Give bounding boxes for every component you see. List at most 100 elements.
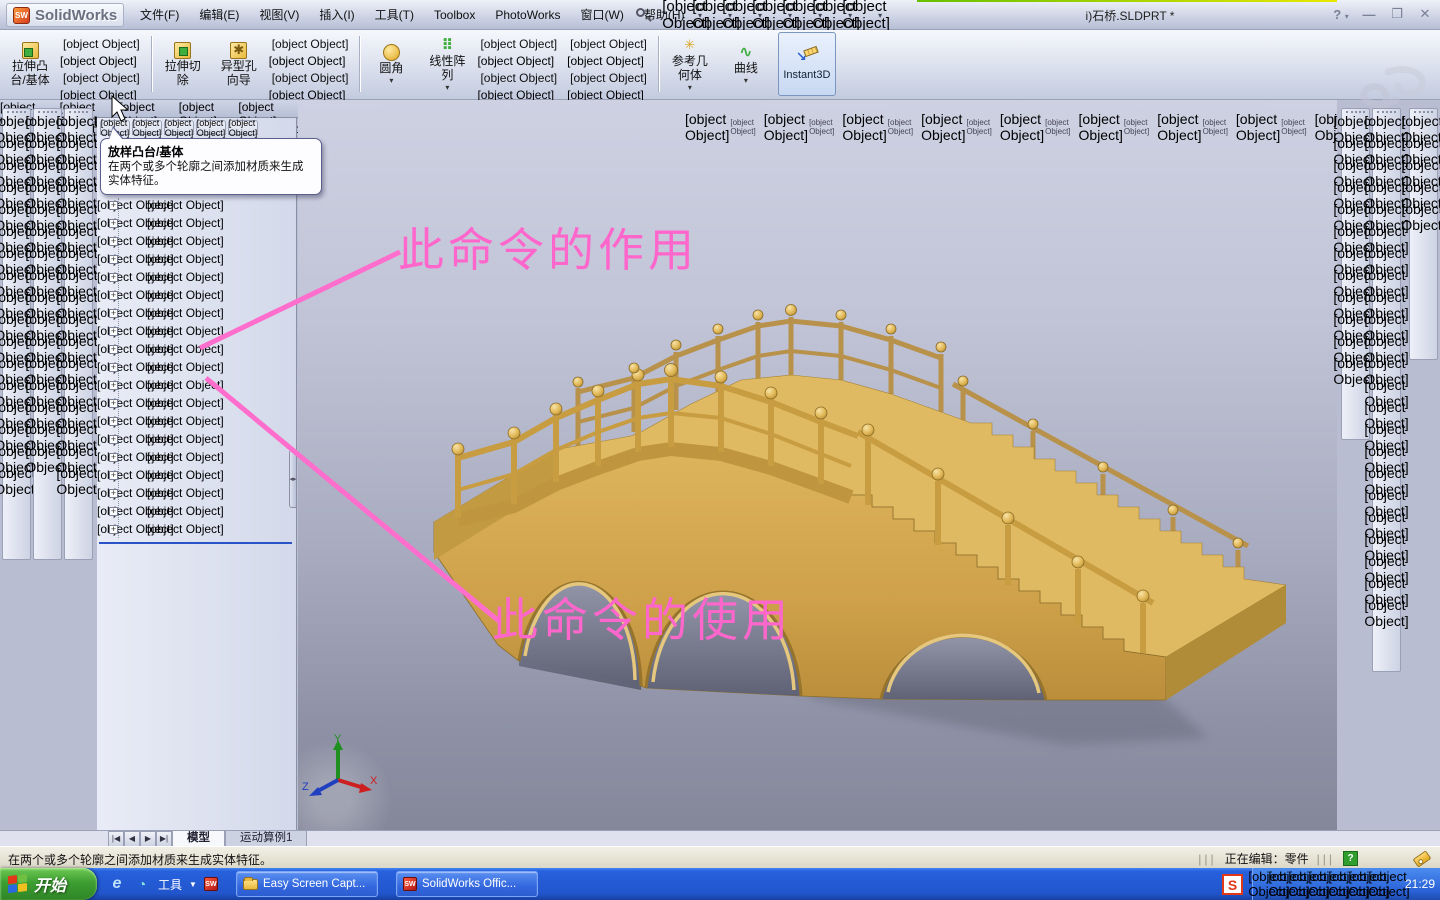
expand-plus-icon[interactable]: +: [109, 489, 118, 498]
chevron-down-icon[interactable]: ▾: [878, 11, 882, 20]
close-button[interactable]: ✕: [1416, 6, 1434, 22]
palette-icon[interactable]: [object Object]: [68, 470, 89, 491]
expand-plus-icon[interactable]: +: [109, 291, 118, 300]
toolbar-button[interactable]: [object Object] [object Object]: [567, 34, 653, 68]
tab-nav-prev[interactable]: ◀: [124, 831, 140, 847]
toolbar-button[interactable]: [object Object] [object Object]: [477, 68, 563, 102]
menu-item[interactable]: 窗口(W): [571, 3, 634, 26]
toolbar-grip[interactable]: [1377, 111, 1396, 114]
menu-item[interactable]: 插入(I): [309, 3, 364, 26]
expand-plus-icon[interactable]: +: [109, 219, 118, 228]
command-tab[interactable]: [object Object]: [238, 100, 298, 117]
tab-nav-last[interactable]: ▶|: [156, 831, 172, 847]
quick-access-icon[interactable]: [object Object]: [855, 4, 877, 26]
tree-item[interactable]: + [object Object] [object Object]: [97, 376, 296, 394]
expand-plus-icon[interactable]: +: [109, 525, 118, 534]
palette-icon[interactable]: [object Object]: [6, 470, 27, 491]
expand-plus-icon[interactable]: +: [109, 453, 118, 462]
menu-item[interactable]: Toolbox: [424, 5, 485, 25]
expand-plus-icon[interactable]: +: [109, 309, 118, 318]
command-tab[interactable]: [object Object]: [179, 100, 239, 117]
expand-plus-icon[interactable]: +: [109, 399, 118, 408]
expand-plus-icon[interactable]: +: [109, 327, 118, 336]
tag-icon[interactable]: [1413, 850, 1432, 867]
tree-item[interactable]: + [object Object] [object Object]: [97, 322, 296, 340]
tree-item[interactable]: + [object Object] [object Object]: [97, 430, 296, 448]
toolbar-button[interactable]: [object Object] [object Object]: [269, 68, 355, 102]
expand-plus-icon[interactable]: +: [109, 237, 118, 246]
toolbar-grip[interactable]: [38, 111, 57, 114]
toolbar-button[interactable]: [object Object] [object Object]: [60, 34, 146, 68]
expand-plus-icon[interactable]: +: [109, 345, 118, 354]
extruded-boss-base-button[interactable]: 拉伸凸 台/基体: [2, 32, 58, 96]
menu-item[interactable]: 编辑(E): [189, 3, 249, 26]
toolbar-grip[interactable]: [1414, 111, 1433, 114]
task-button-solidworks-office[interactable]: SW SolidWorks Offic...: [396, 871, 538, 897]
menu-item[interactable]: 文件(F): [130, 3, 189, 26]
bridge-model[interactable]: [298, 100, 1337, 830]
tree-item[interactable]: + [object Object] [object Object]: [97, 412, 296, 430]
curves-button[interactable]: ∿ 曲线 ▾: [718, 32, 774, 96]
reference-geometry-button[interactable]: ✳ 参考几 何体 ▾: [662, 32, 718, 96]
feature-manager-tab[interactable]: [object Object]: [132, 120, 162, 135]
toolbar-button[interactable]: [object Object] [object Object]: [477, 34, 563, 68]
command-tab[interactable]: [object Object]: [119, 100, 179, 117]
tree-item[interactable]: + [object Object] [object Object]: [97, 232, 296, 250]
help-button[interactable]: ? ▾: [1332, 7, 1350, 22]
palette-icon[interactable]: [object Object]: [37, 448, 58, 469]
tree-item[interactable]: + [object Object] [object Object]: [97, 394, 296, 412]
minimize-button[interactable]: —: [1360, 7, 1378, 22]
tab-nav-first[interactable]: |◀: [108, 831, 124, 847]
toolbar-grip[interactable]: [7, 111, 26, 114]
linear-pattern-button[interactable]: ⠿ 线性阵 列 ▾: [419, 32, 475, 96]
tree-item[interactable]: + [object Object] [object Object]: [97, 214, 296, 232]
extruded-cut-button[interactable]: 拉伸切 除: [155, 32, 211, 96]
task-button-easy-screen-capture[interactable]: Easy Screen Capt...: [236, 871, 378, 897]
tree-item[interactable]: + [object Object] [object Object]: [97, 448, 296, 466]
toolbar-button[interactable]: [object Object] [object Object]: [269, 34, 355, 68]
tab-motion-study[interactable]: 运动算例1: [225, 831, 307, 847]
feature-manager-tab[interactable]: [object Object]: [228, 120, 258, 135]
tree-item[interactable]: + [object Object] [object Object]: [97, 250, 296, 268]
chevron-down-icon[interactable]: ▼: [189, 880, 197, 889]
instant3d-button[interactable]: ↘ Instant3D: [778, 32, 836, 96]
toolbar-grip[interactable]: [1346, 111, 1365, 114]
quick-tips-icon[interactable]: ?: [1343, 851, 1358, 866]
expand-plus-icon[interactable]: +: [109, 507, 118, 516]
toolbar-button[interactable]: [object Object] [object Object]: [567, 68, 653, 102]
expand-plus-icon[interactable]: +: [109, 471, 118, 480]
expand-plus-icon[interactable]: +: [109, 255, 118, 264]
viewport-canvas[interactable]: [object Object] [object Object] [object …: [298, 100, 1337, 830]
tree-item[interactable]: + [object Object] [object Object]: [97, 268, 296, 286]
search-icon[interactable]: [632, 5, 654, 25]
menu-item[interactable]: 工具(T): [365, 3, 424, 26]
tree-item[interactable]: + [object Object] [object Object]: [97, 358, 296, 376]
expand-plus-icon[interactable]: +: [109, 273, 118, 282]
tools-toolbar-label[interactable]: 工具: [158, 876, 182, 893]
feature-manager-tab[interactable]: [object Object]: [196, 120, 226, 135]
tree-item[interactable]: + [object Object] [object Object]: [97, 304, 296, 322]
input-method-icon[interactable]: S: [1222, 874, 1243, 895]
hole-wizard-button[interactable]: ✱ 异型孔 向导: [211, 32, 267, 96]
tab-model[interactable]: 模型: [172, 831, 225, 847]
tree-item[interactable]: + [object Object] [object Object]: [97, 466, 296, 484]
expand-plus-icon[interactable]: +: [109, 381, 118, 390]
tree-item[interactable]: + [object Object] [object Object]: [97, 502, 296, 520]
restore-button[interactable]: ❐: [1388, 6, 1406, 22]
tree-item[interactable]: + [object Object] [object Object]: [97, 484, 296, 502]
expand-plus-icon[interactable]: +: [109, 435, 118, 444]
tray-icon[interactable]: [object Object]: [1381, 876, 1397, 892]
menu-item[interactable]: PhotoWorks: [485, 5, 570, 25]
toolbar-button[interactable]: [object Object] [object Object]: [60, 68, 146, 102]
start-button[interactable]: 开始: [0, 868, 97, 900]
tree-item[interactable]: + [object Object] [object Object]: [97, 340, 296, 358]
menu-item[interactable]: 视图(V): [249, 3, 309, 26]
expand-plus-icon[interactable]: +: [109, 363, 118, 372]
expand-plus-icon[interactable]: +: [109, 417, 118, 426]
fillet-button[interactable]: 圆角 ▾: [363, 32, 419, 96]
palette-icon[interactable]: [object Object]: [1376, 602, 1397, 623]
tree-item[interactable]: + [object Object] [object Object]: [97, 520, 296, 538]
expand-plus-icon[interactable]: +: [109, 201, 118, 210]
rollback-bar[interactable]: [99, 542, 292, 544]
panel-splitter-handle[interactable]: ◂▸: [289, 450, 297, 508]
